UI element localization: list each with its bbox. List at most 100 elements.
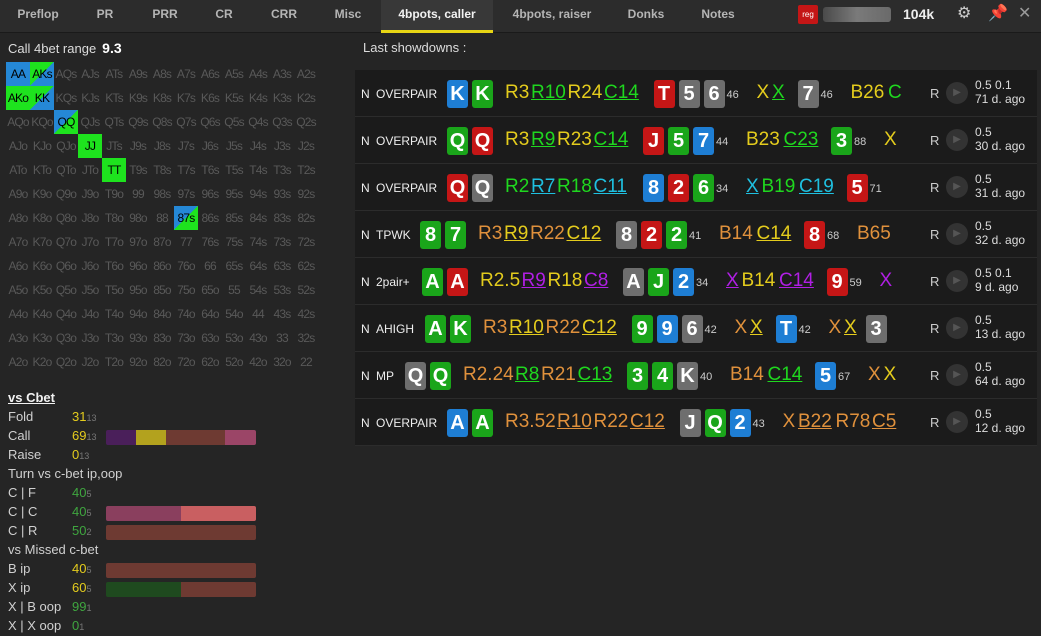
tab-4bpots-raiser[interactable]: 4bpots, raiser (496, 0, 608, 33)
range-cell[interactable]: A7o (6, 230, 30, 254)
range-cell[interactable]: Q3o (54, 326, 78, 350)
range-cell[interactable]: K9o (30, 182, 54, 206)
range-cell[interactable]: 87o (150, 230, 174, 254)
range-cell[interactable]: 77 (174, 230, 198, 254)
range-cell[interactable]: A7s (174, 62, 198, 86)
range-cell[interactable]: 92s (294, 182, 318, 206)
range-cell[interactable]: 96s (198, 182, 222, 206)
range-cell[interactable]: 88 (150, 206, 174, 230)
range-cell[interactable]: J5s (222, 134, 246, 158)
range-cell[interactable]: 96o (126, 254, 150, 278)
range-cell[interactable]: 82o (150, 350, 174, 374)
range-cell[interactable]: K5o (30, 278, 54, 302)
range-cell[interactable]: QQ (54, 110, 78, 134)
range-cell[interactable]: T3o (102, 326, 126, 350)
play-icon[interactable]: ▶ (946, 270, 968, 292)
range-cell[interactable]: QTs (102, 110, 126, 134)
range-cell[interactable]: KTs (102, 86, 126, 110)
range-cell[interactable]: 52s (294, 278, 318, 302)
range-cell[interactable]: 94o (126, 302, 150, 326)
range-cell[interactable]: Q9s (126, 110, 150, 134)
range-cell[interactable]: 22 (294, 350, 318, 374)
range-cell[interactable]: 64o (198, 302, 222, 326)
range-cell[interactable]: A3o (6, 326, 30, 350)
range-cell[interactable]: A8s (150, 62, 174, 86)
range-cell[interactable]: AKs (30, 62, 54, 86)
range-cell[interactable]: 83o (150, 326, 174, 350)
range-cell[interactable]: JTo (78, 158, 102, 182)
range-cell[interactable]: AJs (78, 62, 102, 86)
range-cell[interactable]: 98o (126, 206, 150, 230)
range-cell[interactable]: J4s (246, 134, 270, 158)
range-cell[interactable]: T3s (270, 158, 294, 182)
range-cell[interactable]: 73o (174, 326, 198, 350)
pin-icon[interactable]: 📌 (988, 5, 1008, 23)
range-cell[interactable]: J7s (174, 134, 198, 158)
range-cell[interactable]: 42o (246, 350, 270, 374)
range-cell[interactable]: T8o (102, 206, 126, 230)
range-cell[interactable]: 62o (198, 350, 222, 374)
range-cell[interactable]: A4s (246, 62, 270, 86)
range-cell[interactable]: J6s (198, 134, 222, 158)
tab-pr[interactable]: PR (76, 0, 134, 33)
range-cell[interactable]: A5s (222, 62, 246, 86)
range-cell[interactable]: 74o (174, 302, 198, 326)
range-cell[interactable]: 32s (294, 326, 318, 350)
range-cell[interactable]: J3s (270, 134, 294, 158)
range-cell[interactable]: 63o (198, 326, 222, 350)
range-cell[interactable]: 53s (270, 278, 294, 302)
tab-preflop[interactable]: Preflop (0, 0, 76, 33)
showdown-row[interactable]: N AHIGH A K R3 R10 R22 C12 9 9 6 42 X X T 42 X X 3 R ▶ 0.5 13 … (355, 305, 1037, 352)
range-cell[interactable]: Q5o (54, 278, 78, 302)
range-cell[interactable]: 97o (126, 230, 150, 254)
range-cell[interactable]: Q5s (222, 110, 246, 134)
play-icon[interactable]: ▶ (946, 129, 968, 151)
range-cell[interactable]: KK (30, 86, 54, 110)
range-cell[interactable]: K2s (294, 86, 318, 110)
range-cell[interactable]: 93s (270, 182, 294, 206)
range-cell[interactable]: K3o (30, 326, 54, 350)
range-cell[interactable]: 54o (222, 302, 246, 326)
range-cell[interactable]: 76o (174, 254, 198, 278)
range-cell[interactable]: Q7s (174, 110, 198, 134)
range-cell[interactable]: JTs (102, 134, 126, 158)
range-cell[interactable]: A8o (6, 206, 30, 230)
range-cell[interactable]: AKo (6, 86, 30, 110)
range-cell[interactable]: KQo (30, 110, 54, 134)
range-cell[interactable]: T4s (246, 158, 270, 182)
range-cell[interactable]: T5s (222, 158, 246, 182)
range-cell[interactable]: A3s (270, 62, 294, 86)
range-cell[interactable]: Q6s (198, 110, 222, 134)
range-cell[interactable]: T7s (174, 158, 198, 182)
showdown-row[interactable]: N OVERPAIR K K R3 R10 R24 C14 T 5 6 46 X X 7 46 B26 C R ▶ 0.… (355, 70, 1037, 117)
range-cell[interactable]: A2o (6, 350, 30, 374)
range-cell[interactable]: ATo (6, 158, 30, 182)
range-cell[interactable]: 63s (270, 254, 294, 278)
range-cell[interactable]: K6s (198, 86, 222, 110)
range-cell[interactable]: Q9o (54, 182, 78, 206)
play-icon[interactable]: ▶ (946, 82, 968, 104)
range-cell[interactable]: 84o (150, 302, 174, 326)
range-cell[interactable]: J8s (150, 134, 174, 158)
range-cell[interactable]: 66 (198, 254, 222, 278)
range-cell[interactable]: ATs (102, 62, 126, 86)
range-cell[interactable]: QJo (54, 134, 78, 158)
tab-donks[interactable]: Donks (608, 0, 684, 33)
tab-misc[interactable]: Misc (316, 0, 380, 33)
range-cell[interactable]: A9o (6, 182, 30, 206)
range-cell[interactable]: 86o (150, 254, 174, 278)
range-cell[interactable]: Q4s (246, 110, 270, 134)
range-cell[interactable]: 85o (150, 278, 174, 302)
range-cell[interactable]: 95s (222, 182, 246, 206)
play-icon[interactable]: ▶ (946, 223, 968, 245)
range-cell[interactable]: 72o (174, 350, 198, 374)
range-cell[interactable]: Q2s (294, 110, 318, 134)
showdown-row[interactable]: N MP Q Q R2.24 R8 R21 C13 3 4 K 40 B14 C14 5 67 X X R ▶ 0.5 6… (355, 352, 1037, 399)
range-cell[interactable]: 95o (126, 278, 150, 302)
range-cell[interactable]: J9o (78, 182, 102, 206)
range-cell[interactable]: A2s (294, 62, 318, 86)
tab-4bpots-caller[interactable]: 4bpots, caller (381, 0, 493, 33)
range-cell[interactable]: 82s (294, 206, 318, 230)
range-cell[interactable]: 93o (126, 326, 150, 350)
range-cell[interactable]: KQs (54, 86, 78, 110)
